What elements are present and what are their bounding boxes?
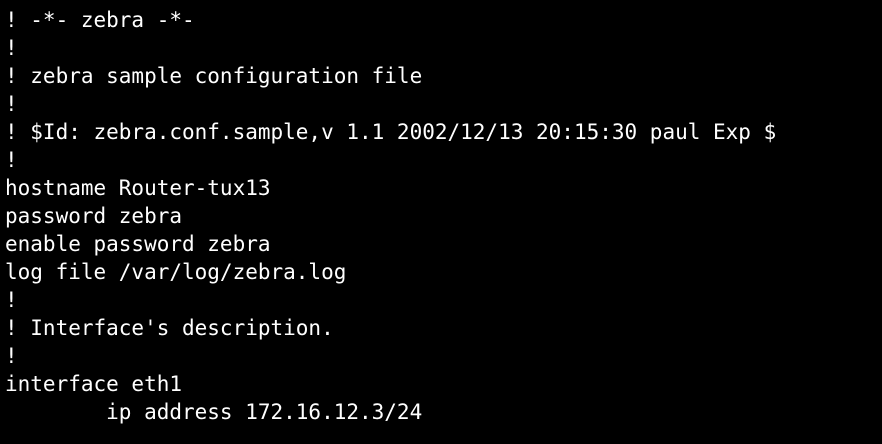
terminal-line: !	[5, 36, 18, 60]
terminal-line: ! zebra sample configuration file	[5, 64, 423, 88]
terminal-line: ! $Id: zebra.conf.sample,v 1.1 2002/12/1…	[5, 120, 777, 144]
terminal-line: enable password zebra	[5, 232, 271, 256]
terminal-line: ! Interface's description.	[5, 316, 334, 340]
terminal-line: !	[5, 288, 18, 312]
terminal-line: hostname Router-tux13	[5, 176, 271, 200]
terminal-line: !	[5, 344, 18, 368]
terminal-line: !	[5, 92, 18, 116]
terminal-line: !	[5, 148, 18, 172]
terminal-line: log file /var/log/zebra.log	[5, 260, 347, 284]
terminal-window[interactable]: ! -*- zebra -*- ! ! zebra sample configu…	[0, 0, 882, 444]
terminal-line: ip address 172.16.12.3/24	[5, 400, 423, 424]
terminal-line: interface eth1	[5, 372, 183, 396]
terminal-line: ! -*- zebra -*-	[5, 8, 195, 32]
terminal-line: password zebra	[5, 204, 183, 228]
